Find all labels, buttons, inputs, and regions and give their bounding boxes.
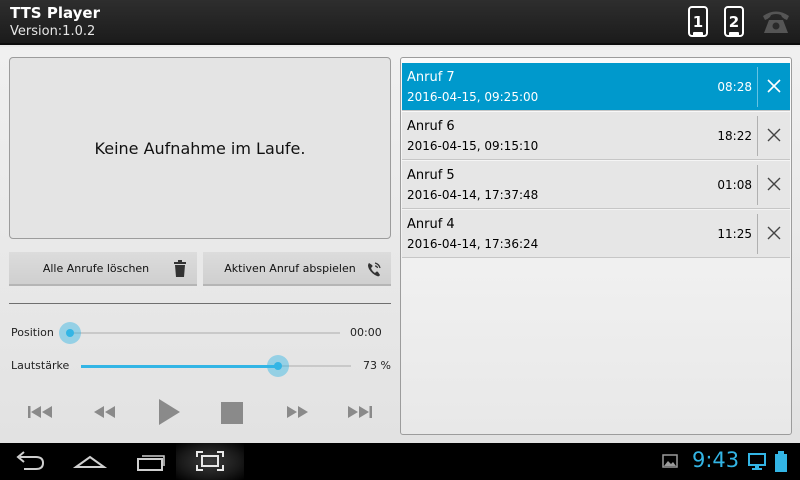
divider [9, 303, 391, 304]
call-name: Anruf 5 [407, 168, 455, 183]
call-date: 2016-04-15, 09:15:10 [407, 139, 539, 153]
recent-apps-icon[interactable] [133, 448, 169, 474]
phone-1-label: 1 [692, 13, 704, 31]
call-date: 2016-04-15, 09:25:00 [407, 90, 539, 104]
stop-icon[interactable] [218, 399, 246, 427]
position-slider-track[interactable] [70, 332, 340, 334]
call-name: Anruf 7 [407, 70, 455, 85]
position-slider-thumb[interactable] [59, 322, 81, 344]
call-list-item[interactable]: Anruf 7 2016-04-15, 09:25:00 08:28 [402, 63, 790, 111]
call-duration: 01:08 [717, 178, 752, 192]
rewind-icon[interactable] [90, 400, 120, 424]
call-date: 2016-04-14, 17:36:24 [407, 237, 539, 251]
fast-forward-icon[interactable] [282, 400, 312, 424]
phone-2-icon[interactable]: 2 [724, 6, 746, 38]
skip-next-icon[interactable] [345, 400, 375, 424]
back-icon[interactable] [12, 448, 48, 474]
telephone-icon[interactable] [760, 8, 792, 40]
phone-2-label: 2 [728, 13, 740, 31]
close-icon[interactable] [765, 224, 783, 242]
call-duration: 08:28 [717, 80, 752, 94]
volume-slider-fill [81, 365, 279, 368]
play-active-call-label: Aktiven Anruf abspielen [224, 261, 356, 275]
call-duration: 18:22 [717, 129, 752, 143]
close-icon[interactable] [765, 77, 783, 95]
call-duration: 11:25 [717, 227, 752, 241]
home-icon[interactable] [72, 448, 108, 474]
screenshot-icon[interactable] [192, 448, 228, 474]
recording-status-text: Keine Aufnahme im Laufe. [94, 138, 306, 158]
app-version: Version:1.0.2 [10, 24, 96, 39]
call-name: Anruf 4 [407, 217, 455, 232]
play-icon[interactable] [154, 396, 184, 428]
call-list-item[interactable]: Anruf 5 2016-04-14, 17:37:48 01:08 [402, 161, 790, 209]
content-area: Keine Aufnahme im Laufe. Alle Anrufe lös… [0, 47, 800, 443]
call-list: Anruf 7 2016-04-15, 09:25:00 08:28 Anruf… [400, 57, 792, 435]
delete-all-calls-button[interactable]: Alle Anrufe löschen [9, 252, 197, 286]
close-icon[interactable] [765, 126, 783, 144]
phone-call-icon [368, 262, 381, 277]
status-clock: 9:43 [692, 448, 740, 472]
call-list-item[interactable]: Anruf 4 2016-04-14, 17:36:24 11:25 [402, 210, 790, 258]
call-date: 2016-04-14, 17:37:48 [407, 188, 539, 202]
call-list-item[interactable]: Anruf 6 2016-04-15, 09:15:10 18:22 [402, 112, 790, 160]
trash-icon [174, 260, 186, 277]
position-label: Position [11, 326, 54, 339]
play-active-call-button[interactable]: Aktiven Anruf abspielen [203, 252, 391, 286]
battery-icon [775, 451, 787, 472]
action-bar: TTS Player Version:1.0.2 1 2 [0, 0, 800, 45]
recording-status-panel: Keine Aufnahme im Laufe. [9, 57, 391, 239]
delete-all-calls-label: Alle Anrufe löschen [42, 261, 150, 275]
usb-debugging-icon [748, 453, 766, 470]
gallery-notification-icon [662, 454, 678, 468]
phone-1-icon[interactable]: 1 [688, 6, 710, 38]
position-time: 00:00 [350, 326, 382, 339]
skip-previous-icon[interactable] [25, 400, 55, 424]
close-icon[interactable] [765, 175, 783, 193]
volume-label: Lautstärke [11, 359, 70, 372]
navigation-bar: 9:43 [0, 443, 800, 480]
volume-slider-thumb[interactable] [267, 355, 290, 377]
app-title: TTS Player [10, 4, 100, 22]
volume-value: 73 % [363, 359, 391, 372]
call-name: Anruf 6 [407, 119, 455, 134]
